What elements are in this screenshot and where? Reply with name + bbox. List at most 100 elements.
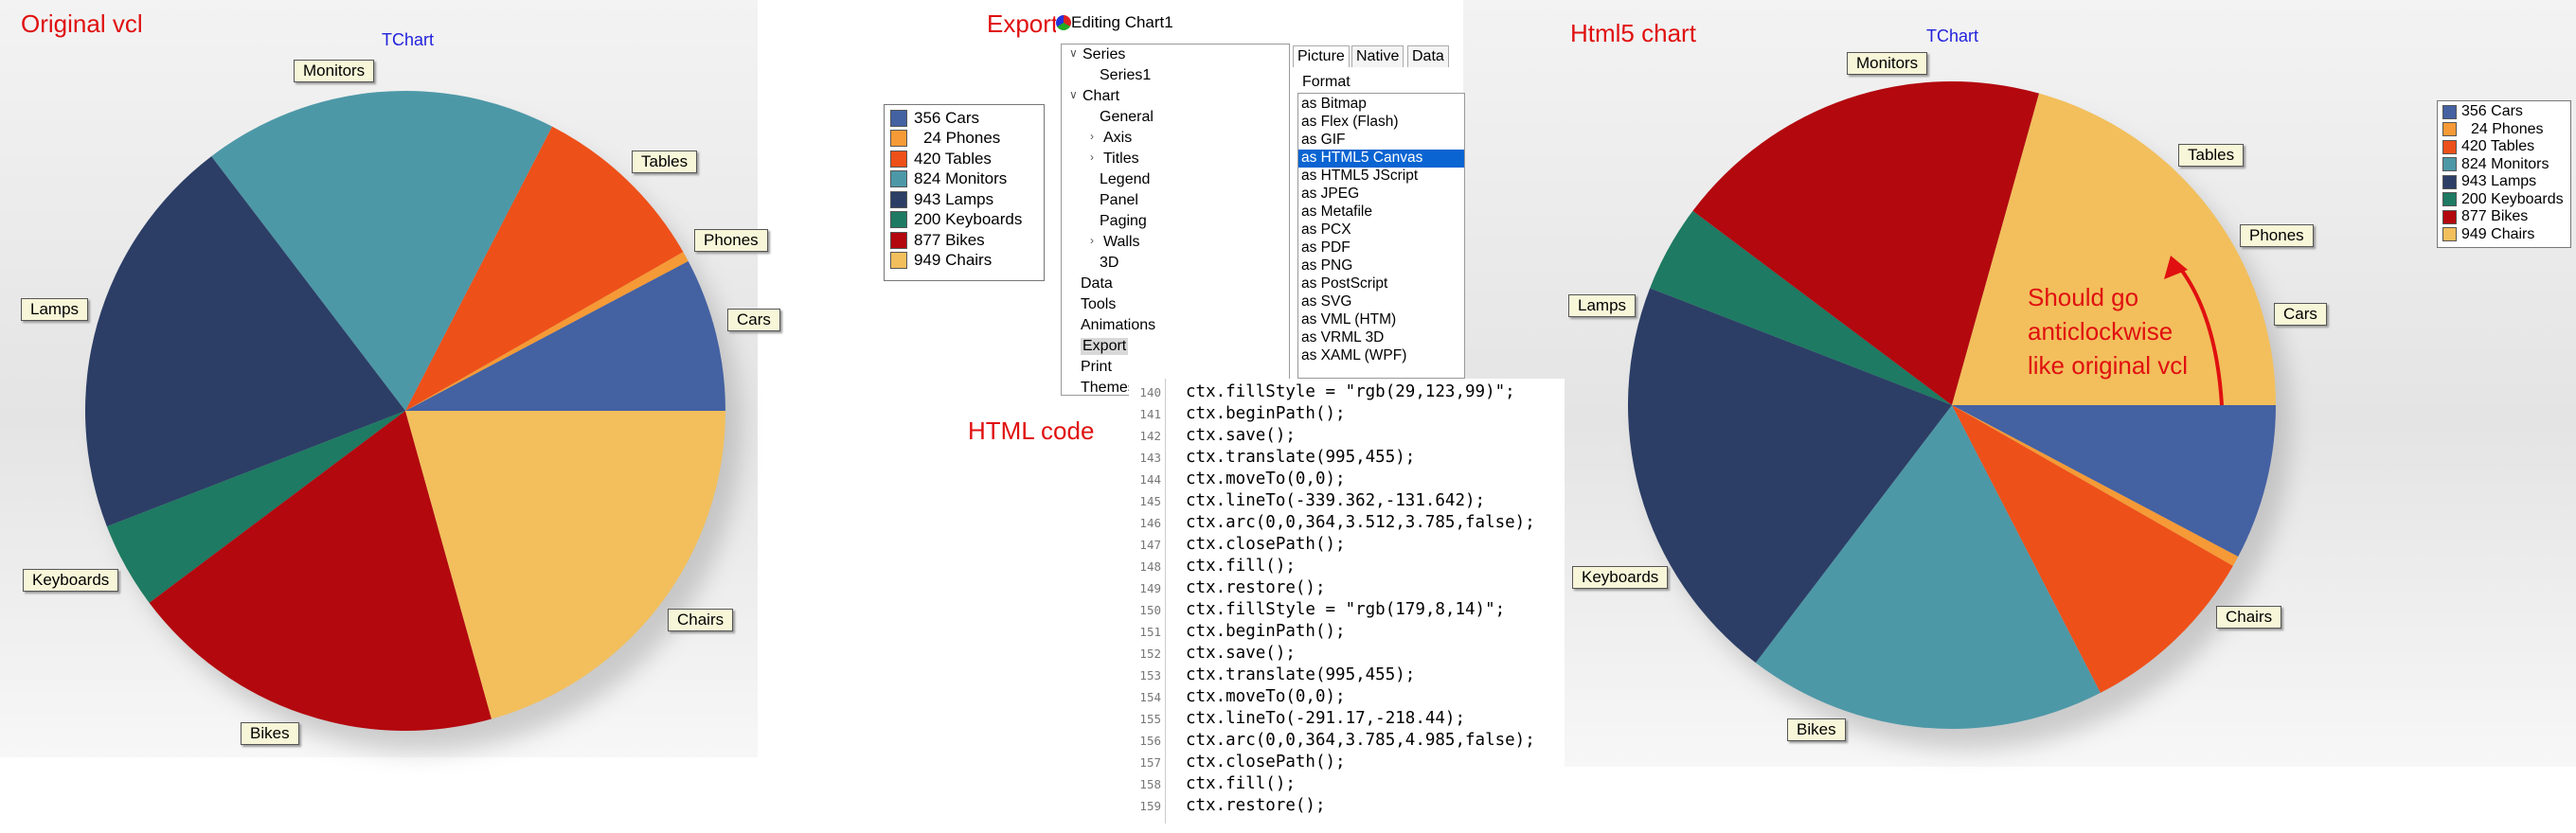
original-vcl-caption: Original vcl bbox=[21, 9, 143, 38]
legend-label: 824 Monitors bbox=[2461, 155, 2549, 172]
left-mark-chairs: Chairs bbox=[668, 609, 734, 631]
tree-item-legend[interactable]: Legend bbox=[1100, 171, 1150, 188]
format-option[interactable]: as HTML5 JScript bbox=[1298, 168, 1464, 186]
right-mark-lamps: Lamps bbox=[1568, 294, 1637, 317]
code-text: ctx.arc(0,0,364,3.785,4.985,false); bbox=[1186, 731, 1535, 750]
code-text: ctx.save(); bbox=[1186, 426, 1296, 445]
tree-item-axis[interactable]: Axis bbox=[1103, 130, 1132, 147]
format-option[interactable]: as Flex (Flash) bbox=[1298, 114, 1464, 132]
html5-chart-caption: Html5 chart bbox=[1570, 19, 1696, 47]
legend-label: 943 Lamps bbox=[2461, 173, 2537, 190]
line-number: 145 bbox=[1139, 494, 1161, 508]
legend-label: 824 Monitors bbox=[914, 169, 1008, 188]
editor-tree: Series ∨ Series1 Chart ∨ General Axis › Titles › L… bbox=[1061, 44, 1290, 396]
format-option[interactable]: as PCX bbox=[1298, 222, 1464, 239]
code-text: ctx.fillStyle = "rgb(29,123,99)"; bbox=[1186, 382, 1515, 401]
legend-label: 877 Bikes bbox=[2461, 208, 2529, 225]
format-option[interactable]: as Metafile bbox=[1298, 204, 1464, 222]
legend-swatch bbox=[2442, 157, 2457, 172]
html-code-caption: HTML code bbox=[968, 416, 1095, 445]
left-chart-title: TChart bbox=[382, 30, 435, 49]
tree-expander-icon[interactable]: ∨ bbox=[1069, 46, 1078, 60]
tree-item-panel[interactable]: Panel bbox=[1100, 192, 1138, 209]
format-option[interactable]: as VML (HTM) bbox=[1298, 311, 1464, 329]
right-legend-item: 356 Cars bbox=[2438, 103, 2570, 121]
anticlockwise-note: Should go anticlockwise like original vc… bbox=[2028, 280, 2188, 382]
format-option[interactable]: as GIF bbox=[1298, 132, 1464, 150]
format-option[interactable]: as VRML 3D bbox=[1298, 329, 1464, 347]
left-legend-item: 943 Lamps bbox=[885, 189, 1044, 210]
left-legend-item: 877 Bikes bbox=[885, 230, 1044, 251]
left-mark-cars: Cars bbox=[727, 309, 780, 331]
legend-swatch bbox=[890, 130, 907, 148]
code-text: ctx.closePath(); bbox=[1186, 535, 1346, 554]
tab-data[interactable]: Data bbox=[1407, 45, 1449, 67]
tree-item-animations[interactable]: Animations bbox=[1081, 317, 1155, 334]
legend-swatch bbox=[2442, 209, 2457, 224]
line-number: 150 bbox=[1139, 603, 1161, 617]
tree-expander-icon[interactable]: › bbox=[1090, 151, 1094, 164]
legend-swatch bbox=[890, 231, 907, 249]
code-line: 158 ctx.fill(); bbox=[1129, 774, 1295, 796]
format-label: Format bbox=[1302, 74, 1351, 90]
format-option[interactable]: as JPEG bbox=[1298, 186, 1464, 204]
right-legend-item: 949 Chairs bbox=[2438, 226, 2570, 244]
code-text: ctx.save(); bbox=[1186, 644, 1296, 663]
left-legend-item: 356 Cars bbox=[885, 108, 1044, 129]
tree-item-paging[interactable]: Paging bbox=[1100, 213, 1147, 230]
tree-item-export[interactable]: Export bbox=[1081, 338, 1129, 355]
format-option[interactable]: as HTML5 Canvas bbox=[1298, 150, 1464, 168]
note-line-1: Should go bbox=[2028, 283, 2139, 311]
line-number: 155 bbox=[1139, 712, 1161, 726]
tree-item-chart[interactable]: Chart bbox=[1082, 88, 1119, 105]
tree-item-data[interactable]: Data bbox=[1081, 275, 1113, 292]
line-number: 141 bbox=[1139, 407, 1161, 421]
right-mark-bikes: Bikes bbox=[1787, 718, 1846, 741]
code-line: 147 ctx.closePath(); bbox=[1129, 535, 1345, 557]
legend-swatch bbox=[2442, 192, 2457, 207]
line-number: 152 bbox=[1139, 647, 1161, 661]
tab-picture[interactable]: Picture bbox=[1293, 45, 1350, 67]
legend-label: 943 Lamps bbox=[914, 189, 994, 208]
tree-item-series1[interactable]: Series1 bbox=[1100, 67, 1151, 84]
line-number: 154 bbox=[1139, 690, 1161, 704]
tab-native[interactable]: Native bbox=[1351, 45, 1404, 67]
code-text: ctx.translate(995,455); bbox=[1186, 448, 1416, 467]
format-option[interactable]: as SVG bbox=[1298, 293, 1464, 311]
format-option[interactable]: as XAML (WPF) bbox=[1298, 347, 1464, 365]
code-line: 145 ctx.lineTo(-339.362,-131.642); bbox=[1129, 491, 1485, 513]
legend-swatch bbox=[890, 109, 907, 127]
left-mark-bikes: Bikes bbox=[241, 722, 299, 745]
tree-item-3d[interactable]: 3D bbox=[1100, 255, 1118, 272]
code-text: ctx.beginPath(); bbox=[1186, 622, 1346, 641]
tree-item-themes[interactable]: Themes bbox=[1081, 380, 1136, 397]
format-option[interactable]: as PostScript bbox=[1298, 275, 1464, 293]
code-text: ctx.arc(0,0,364,3.512,3.785,false); bbox=[1186, 513, 1535, 532]
tree-expander-icon[interactable]: ∨ bbox=[1069, 88, 1078, 101]
legend-swatch bbox=[2442, 139, 2457, 154]
format-option[interactable]: as PDF bbox=[1298, 239, 1464, 257]
export-caption: Export bbox=[987, 9, 1059, 38]
tree-item-series[interactable]: Series bbox=[1082, 46, 1125, 63]
tree-expander-icon[interactable]: › bbox=[1090, 234, 1094, 247]
code-line: 152 ctx.save(); bbox=[1129, 644, 1295, 665]
right-legend-item: 877 Bikes bbox=[2438, 208, 2570, 226]
code-text: ctx.restore(); bbox=[1186, 796, 1326, 815]
legend-label: 420 Tables bbox=[914, 149, 992, 168]
code-text: ctx.fill(); bbox=[1186, 774, 1296, 793]
tree-item-print[interactable]: Print bbox=[1081, 359, 1112, 376]
code-text: ctx.lineTo(-339.362,-131.642); bbox=[1186, 491, 1486, 510]
format-option[interactable]: as Bitmap bbox=[1298, 96, 1464, 114]
format-option[interactable]: as PNG bbox=[1298, 257, 1464, 275]
left-mark-tables: Tables bbox=[632, 151, 698, 173]
tree-item-titles[interactable]: Titles bbox=[1103, 151, 1139, 168]
legend-label: 356 Cars bbox=[2461, 103, 2523, 120]
legend-label: 200 Keyboards bbox=[2461, 190, 2564, 207]
tree-item-tools[interactable]: Tools bbox=[1081, 296, 1116, 313]
format-list[interactable]: as Bitmap as Flex (Flash) as GIF as HTML5 C… bbox=[1297, 93, 1465, 379]
line-number: 157 bbox=[1139, 755, 1161, 770]
tree-item-walls[interactable]: Walls bbox=[1103, 234, 1140, 251]
tree-item-general[interactable]: General bbox=[1100, 109, 1154, 126]
tree-expander-icon[interactable]: › bbox=[1090, 130, 1094, 143]
line-number: 156 bbox=[1139, 734, 1161, 748]
